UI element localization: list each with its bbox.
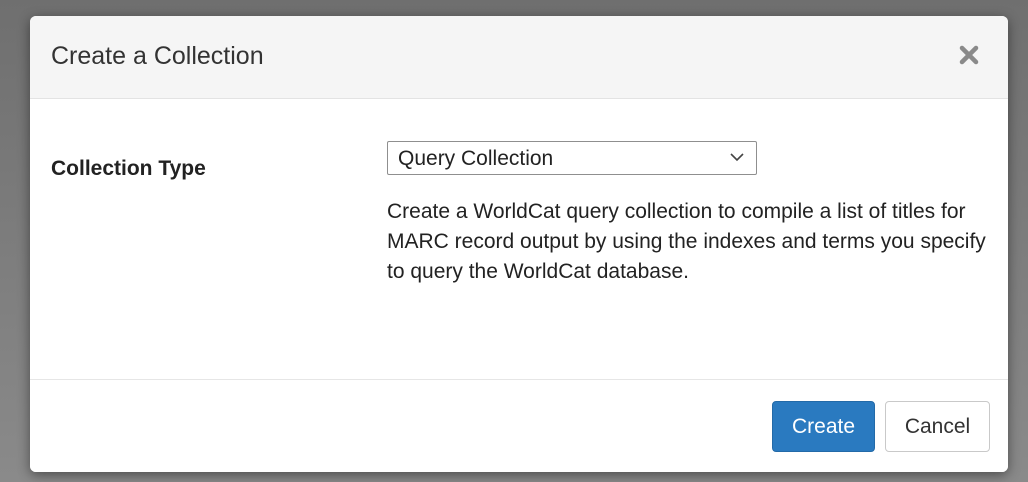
chevron-down-icon [730, 153, 744, 162]
create-collection-dialog: Create a Collection Collection Type Quer… [30, 16, 1008, 472]
dialog-header: Create a Collection [30, 16, 1008, 99]
create-button[interactable]: Create [772, 401, 875, 452]
dialog-footer: Create Cancel [30, 379, 1008, 472]
collection-type-description: Create a WorldCat query collection to co… [387, 200, 986, 283]
close-x-icon [959, 45, 979, 65]
dialog-title: Create a Collection [51, 42, 264, 70]
close-icon[interactable] [958, 44, 980, 66]
cancel-button[interactable]: Cancel [885, 401, 990, 452]
collection-type-select[interactable]: Query Collection [387, 141, 757, 175]
collection-type-label: Collection Type [51, 157, 206, 180]
dialog-body: Collection Type Query Collection Create … [30, 99, 1008, 379]
collection-type-selected-value: Query Collection [398, 147, 554, 170]
